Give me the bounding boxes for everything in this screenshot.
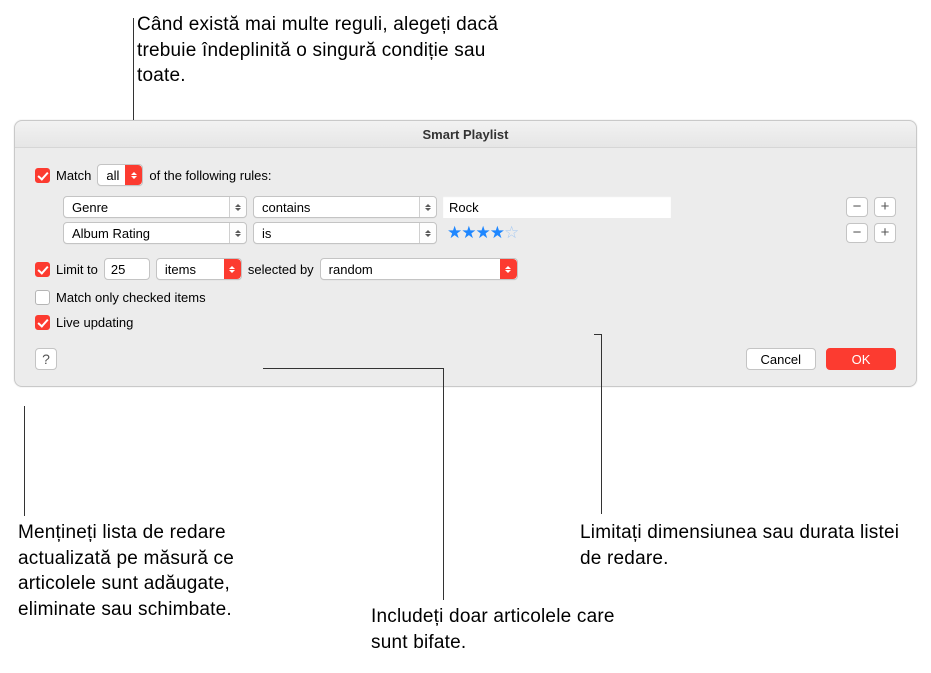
rule-op-select[interactable]: contains: [253, 196, 437, 218]
remove-rule-button[interactable]: −: [846, 223, 868, 243]
match-checkbox[interactable]: [35, 168, 50, 183]
live-updating-checkbox[interactable]: [35, 315, 50, 330]
star-icon: ★: [476, 223, 490, 243]
callout-line: [263, 368, 443, 369]
dialog-body: Match all of the following rules: Genre …: [15, 148, 916, 386]
limit-unit-select[interactable]: items: [156, 258, 242, 280]
limit-selectedby-label: selected by: [248, 262, 314, 277]
help-button[interactable]: ?: [35, 348, 57, 370]
rule-op-select[interactable]: is: [253, 222, 437, 244]
stepper-icon: [229, 223, 246, 243]
match-mode-select[interactable]: all: [97, 164, 143, 186]
callout-line: [443, 368, 444, 600]
star-icon: ★: [490, 223, 504, 243]
callout-line: [24, 406, 25, 516]
stepper-icon: [229, 197, 246, 217]
rule-field-select[interactable]: Album Rating: [63, 222, 247, 244]
rule-field-select[interactable]: Genre: [63, 196, 247, 218]
stepper-icon: [500, 259, 517, 279]
smart-playlist-dialog: Smart Playlist Match all of the followin…: [14, 120, 917, 387]
match-checked-label: Match only checked items: [56, 290, 206, 305]
callout-line: [601, 334, 602, 514]
rule-field-value: Album Rating: [72, 226, 150, 241]
limit-row: Limit to items selected by random: [35, 258, 896, 280]
callout-match-mode: Când există mai multe reguli, alegeți da…: [137, 12, 517, 89]
stepper-icon: [419, 197, 436, 217]
rule-field-value: Genre: [72, 200, 108, 215]
stepper-icon: [224, 259, 241, 279]
match-row: Match all of the following rules:: [35, 164, 896, 186]
cancel-button[interactable]: Cancel: [746, 348, 816, 370]
rule-value-stars[interactable]: ★ ★ ★ ★ ☆: [443, 223, 518, 243]
limit-checkbox[interactable]: [35, 262, 50, 277]
limit-method-value: random: [329, 262, 373, 277]
stepper-icon: [419, 223, 436, 243]
add-rule-button[interactable]: +: [874, 197, 896, 217]
match-label-pre: Match: [56, 168, 91, 183]
star-icon: ★: [461, 223, 475, 243]
limit-unit-value: items: [165, 262, 196, 277]
star-icon: ★: [447, 223, 461, 243]
star-icon: ☆: [504, 223, 518, 243]
remove-rule-button[interactable]: −: [846, 197, 868, 217]
stepper-icon: [125, 165, 142, 185]
rule-row: Genre contains − +: [63, 196, 896, 218]
live-updating-label: Live updating: [56, 315, 133, 330]
match-mode-value: all: [106, 168, 119, 183]
callout-live-updating: Mențineți lista de redare actualizată pe…: [18, 520, 298, 623]
rule-value-input[interactable]: [443, 196, 671, 218]
callout-match-checked: Includeți doar articolele care sunt bifa…: [371, 604, 651, 655]
rules-list: Genre contains − + Album Rating is: [63, 196, 896, 244]
limit-method-select[interactable]: random: [320, 258, 518, 280]
match-label-post: of the following rules:: [149, 168, 271, 183]
dialog-title: Smart Playlist: [15, 121, 916, 148]
rule-row: Album Rating is ★ ★ ★ ★ ☆ − +: [63, 222, 896, 244]
add-rule-button[interactable]: +: [874, 223, 896, 243]
limit-label: Limit to: [56, 262, 98, 277]
ok-button[interactable]: OK: [826, 348, 896, 370]
match-checked-row: Match only checked items: [35, 290, 896, 305]
rule-op-value: is: [262, 226, 271, 241]
limit-count-input[interactable]: [104, 258, 150, 280]
dialog-footer: ? Cancel OK: [35, 348, 896, 370]
callout-limit: Limitați dimensiunea sau durata listei d…: [580, 520, 900, 571]
match-checked-checkbox[interactable]: [35, 290, 50, 305]
rule-op-value: contains: [262, 200, 310, 215]
callout-line: [594, 334, 602, 335]
live-updating-row: Live updating: [35, 315, 896, 330]
